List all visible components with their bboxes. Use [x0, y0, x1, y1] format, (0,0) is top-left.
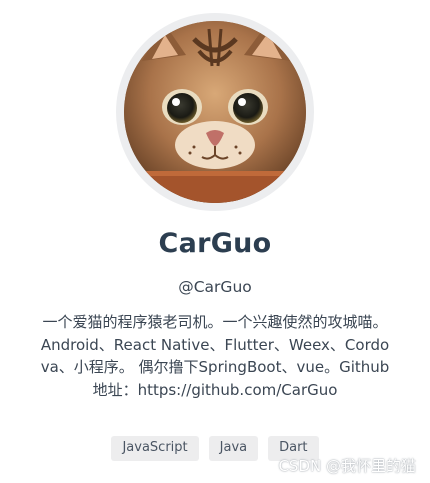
tag-java[interactable]: Java	[208, 436, 259, 461]
profile-bio: 一个爱猫的程序猿老司机。一个兴趣使然的攻城喵。Android、React Nat…	[40, 313, 390, 399]
tag-javascript[interactable]: JavaScript	[111, 436, 199, 461]
profile-handle: @CarGuo	[178, 278, 252, 296]
cat-face-icon	[124, 21, 306, 203]
watermark: CSDN @我怀里的猫	[278, 457, 416, 475]
profile-card: CarGuo @CarGuo 一个爱猫的程序猿老司机。一个兴趣使然的攻城喵。An…	[0, 0, 430, 483]
profile-name: CarGuo	[158, 228, 272, 259]
cat-avatar-image	[124, 21, 306, 203]
avatar[interactable]	[116, 13, 314, 211]
